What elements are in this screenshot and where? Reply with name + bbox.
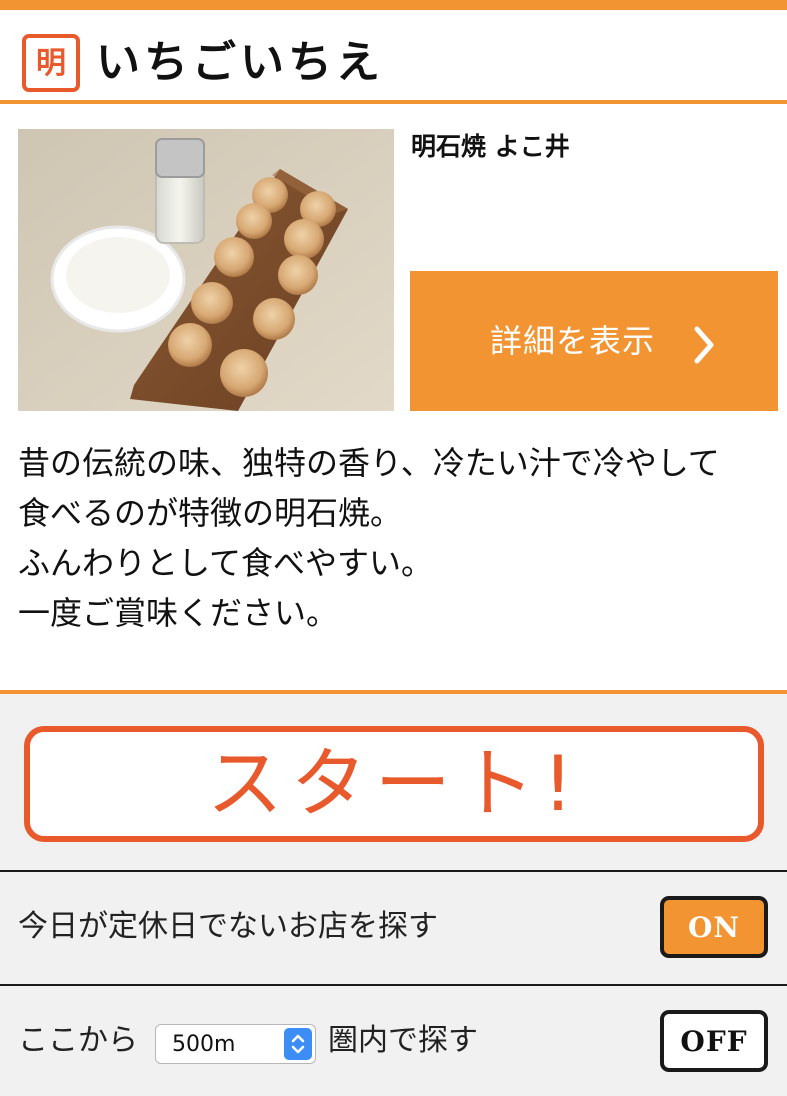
holiday-filter-toggle[interactable]: ON [660,896,768,958]
distance-filter-row: ここから 500m 圏内で探す OFF [0,984,787,1096]
logo-character: 明 [36,46,66,81]
show-details-label: 詳細を表示 [490,322,656,360]
distance-suffix-label: 圏内で探す [328,1023,478,1058]
start-label: スタート! [206,739,582,828]
distance-selected-value: 500m [172,1032,236,1057]
distance-prefix-label: ここから [18,1023,138,1058]
shop-photo [18,129,394,411]
chevron-right-icon [694,326,714,364]
description-line: ふんわりとして食べやすい。 [18,544,434,582]
top-accent-strip [0,0,787,10]
holiday-filter-row: 今日が定休日でないお店を探す ON [0,870,787,984]
distance-select[interactable]: 500m [155,1024,316,1064]
select-arrows-icon [284,1028,312,1060]
distance-filter-toggle[interactable]: OFF [660,1010,768,1072]
show-details-button[interactable]: 詳細を表示 [410,271,778,411]
app-title: いちごいちえ [96,37,384,88]
app-header: 明 いちごいちえ [0,10,787,104]
description-line: 食べるのが特徴の明石焼。 [18,494,403,532]
shop-description: 昔の伝統の味、独特の香り、冷たい汁で冷やして 食べるのが特徴の明石焼。 ふんわり… [18,438,778,638]
shop-name: 明石焼 よこ井 [411,132,570,161]
holiday-filter-label: 今日が定休日でないお店を探す [18,909,438,944]
search-controls-panel: スタート! 今日が定休日でないお店を探す ON ここから 500m 圏内で探す … [0,690,787,1096]
app-logo: 明 [22,34,80,92]
description-line: 一度ご賞味ください。 [18,594,339,632]
start-button[interactable]: スタート! [24,726,764,842]
description-line: 昔の伝統の味、独特の香り、冷たい汁で冷やして [18,444,720,482]
